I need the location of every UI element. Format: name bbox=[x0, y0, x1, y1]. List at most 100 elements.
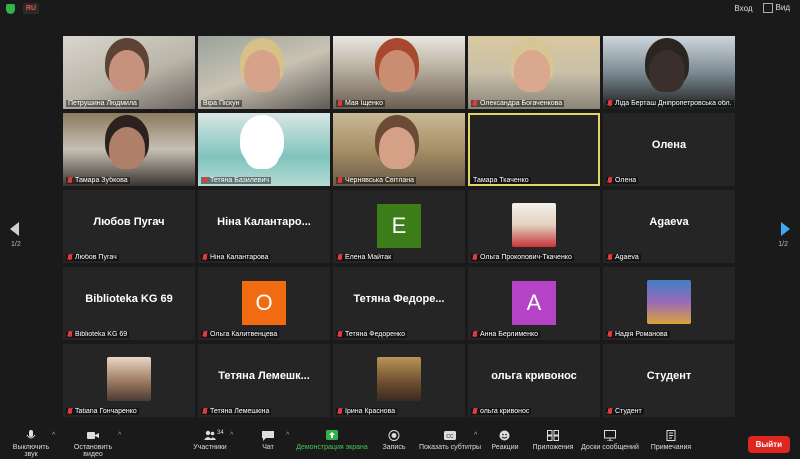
participant-name: Тетяна Лемешкіна bbox=[210, 408, 270, 415]
avatar bbox=[377, 357, 421, 401]
video-options-caret-icon[interactable]: ^ bbox=[118, 432, 121, 439]
view-button[interactable]: Вид bbox=[762, 3, 790, 13]
participant-tile[interactable]: Tatiana Гончаренко bbox=[63, 344, 195, 417]
prev-page-arrow-icon[interactable] bbox=[10, 222, 19, 236]
record-label: Запись bbox=[382, 444, 406, 451]
share-screen-icon bbox=[326, 430, 338, 440]
participant-tile[interactable]: Тетяна Федоре... Тетяна Федоренко bbox=[333, 267, 465, 340]
participant-tile[interactable]: Ліда Берташ Дніпропетровська обл. bbox=[603, 36, 735, 109]
participant-tile[interactable]: Мая Іщенко bbox=[333, 36, 465, 109]
participant-name: Тетяна Федоренко bbox=[345, 331, 405, 338]
participants-caret-icon[interactable]: ^ bbox=[230, 432, 233, 439]
participant-tile[interactable]: Петрушина Людмила bbox=[63, 36, 195, 109]
mute-button[interactable]: Выключить звук ^ bbox=[6, 430, 56, 458]
security-shield-icon[interactable] bbox=[6, 4, 15, 14]
participant-name-label: Олександра Богаченкова bbox=[471, 100, 565, 107]
participant-name-label: Студент bbox=[606, 408, 644, 415]
participant-tile[interactable]: Ірина Краснова bbox=[333, 344, 465, 417]
next-page-arrow-icon[interactable] bbox=[781, 222, 790, 236]
participant-video bbox=[63, 36, 195, 109]
chat-bubble-icon bbox=[262, 431, 274, 441]
participant-name-label: Олена bbox=[606, 177, 639, 184]
participant-figure bbox=[379, 50, 415, 92]
participant-name-label: Петрушина Людмила bbox=[66, 100, 139, 107]
leave-button[interactable]: Выйти bbox=[747, 436, 790, 453]
muted-mic-icon bbox=[338, 254, 342, 260]
participant-name: Анна Берлименко bbox=[480, 331, 538, 338]
participant-tile[interactable]: A Анна Берлименко bbox=[468, 267, 600, 340]
participant-tile[interactable]: Чернявська Світлана bbox=[333, 113, 465, 186]
participant-display-name: Олена bbox=[651, 139, 687, 151]
mute-label: Выключить звук bbox=[12, 444, 50, 458]
participant-tile[interactable]: ольга кривонос ольга кривонос bbox=[468, 344, 600, 417]
participant-display-name: Ніна Калантаро... bbox=[217, 216, 311, 228]
participant-video bbox=[468, 36, 600, 109]
reactions-button[interactable]: Реакции bbox=[490, 430, 520, 451]
apps-label: Приложения bbox=[532, 444, 574, 451]
participant-name: Тамара Ткаченко bbox=[473, 177, 529, 184]
participants-button[interactable]: Участники 34 ^ bbox=[188, 430, 233, 451]
top-right-controls: Вход Вид bbox=[734, 3, 790, 13]
whiteboards-label: Доски сообщений bbox=[581, 444, 639, 451]
participant-tile[interactable]: Олександра Богаченкова bbox=[468, 36, 600, 109]
share-screen-button[interactable]: Демонстрация экрана bbox=[296, 430, 368, 451]
participant-name: Ольга Калитвенцева bbox=[210, 331, 278, 338]
participant-name-label: Тетяна Федоренко bbox=[336, 331, 407, 338]
participant-tile[interactable]: E Елена Майтак bbox=[333, 190, 465, 263]
muted-mic-icon bbox=[608, 331, 612, 337]
subtitles-caret-icon[interactable]: ^ bbox=[474, 432, 477, 439]
participant-tile[interactable]: Олена Олена bbox=[603, 113, 735, 186]
participant-tile[interactable]: Тетяна Лемешк... Тетяна Лемешкіна bbox=[198, 344, 330, 417]
participant-name: Biblioteka KG 69 bbox=[75, 331, 128, 338]
avatar-letter: E bbox=[377, 204, 421, 248]
participant-tile[interactable]: Любов Пугач Любов Пугач bbox=[63, 190, 195, 263]
participant-video bbox=[333, 36, 465, 109]
participant-display-name: Тетяна Федоре... bbox=[353, 293, 445, 305]
reactions-label: Реакции bbox=[491, 444, 519, 451]
participant-tile[interactable]: O Ольга Калитвенцева bbox=[198, 267, 330, 340]
muted-mic-icon bbox=[473, 408, 477, 414]
reaction-emoji-icon bbox=[499, 430, 510, 441]
participant-tile[interactable]: Agaeva Agaeva bbox=[603, 190, 735, 263]
participant-tile[interactable]: Ніна Калантаро... Ніна Калантарова bbox=[198, 190, 330, 263]
muted-mic-icon bbox=[68, 177, 72, 183]
participant-name-label: Тамара Ткаченко bbox=[471, 177, 531, 184]
participant-video bbox=[198, 36, 330, 109]
participant-tile[interactable]: Тамара Ткаченко bbox=[468, 113, 600, 186]
participant-display-name: Agaeva bbox=[649, 216, 689, 228]
participant-video bbox=[198, 113, 330, 186]
participant-name: Студент bbox=[615, 408, 642, 415]
notes-button[interactable]: Примечания bbox=[646, 430, 696, 451]
apps-button[interactable]: Приложения bbox=[530, 430, 576, 451]
participant-tile[interactable]: Ольга Прокопович-Ткаченко bbox=[468, 190, 600, 263]
whiteboards-button[interactable]: Доски сообщений bbox=[580, 430, 640, 451]
participant-display-name: Biblioteka KG 69 bbox=[85, 293, 173, 305]
participant-tile[interactable]: Biblioteka KG 69 Biblioteka KG 69 bbox=[63, 267, 195, 340]
mute-options-caret-icon[interactable]: ^ bbox=[52, 432, 55, 439]
participant-name: Любов Пугач bbox=[75, 254, 117, 261]
subtitles-button[interactable]: CC Показать субтитры ^ bbox=[418, 430, 482, 451]
view-label: Вид bbox=[775, 3, 790, 13]
participant-name-label: Тетяна Базилевич bbox=[201, 177, 272, 184]
language-badge[interactable]: RU bbox=[23, 3, 40, 14]
participant-tile[interactable]: Тетяна Базилевич bbox=[198, 113, 330, 186]
page-indicator-left: 1/2 bbox=[11, 241, 21, 248]
top-bar: RU Вход Вид bbox=[0, 0, 800, 18]
participant-tile[interactable]: Тамара Зубкова bbox=[63, 113, 195, 186]
participant-tile[interactable]: Студент Студент bbox=[603, 344, 735, 417]
video-camera-icon bbox=[87, 432, 99, 439]
chat-caret-icon[interactable]: ^ bbox=[286, 432, 289, 439]
login-button[interactable]: Вход bbox=[734, 4, 752, 13]
muted-mic-icon bbox=[338, 408, 342, 414]
participant-tile[interactable]: Надія Романова bbox=[603, 267, 735, 340]
participant-name-label: Biblioteka KG 69 bbox=[66, 331, 130, 338]
record-button[interactable]: Запись bbox=[380, 430, 408, 451]
chat-button[interactable]: Чат ^ bbox=[256, 430, 289, 451]
avatar-letter: A bbox=[512, 281, 556, 325]
participant-name-label: Agaeva bbox=[606, 254, 641, 261]
notes-icon bbox=[666, 430, 676, 441]
participant-figure bbox=[109, 50, 145, 92]
participant-tile[interactable]: Віра Піскун bbox=[198, 36, 330, 109]
stop-video-button[interactable]: Остановить видео ^ bbox=[64, 430, 122, 458]
participant-video bbox=[63, 113, 195, 186]
